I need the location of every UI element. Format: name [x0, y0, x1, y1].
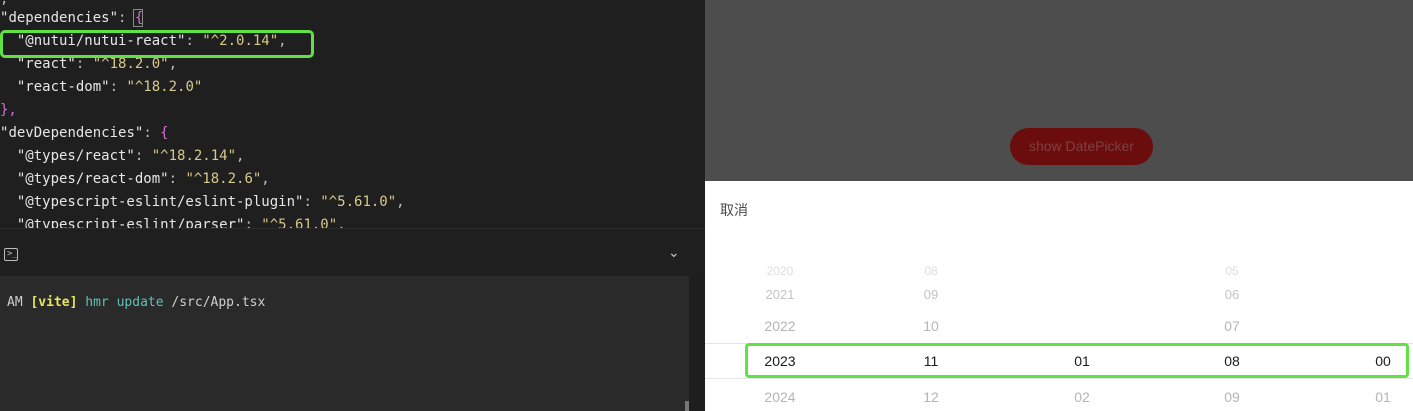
terminal-icon[interactable]: >_ — [4, 248, 18, 261]
code-line: "@typescript-eslint/parser": "^5.61.0", — [16, 217, 346, 228]
picker-item[interactable]: 01 — [1353, 389, 1413, 405]
picker-item[interactable]: 2021 — [750, 287, 810, 302]
file-path: /src/App.tsx — [171, 295, 266, 310]
hmr-message: hmr update — [85, 295, 164, 310]
picker-item[interactable]: 09 — [901, 287, 961, 302]
show-datepicker-button[interactable]: show DatePicker — [1010, 128, 1153, 165]
picker-item[interactable]: 06 — [1202, 287, 1262, 302]
code-line: "@types/react": "^18.2.14", — [16, 148, 245, 164]
picker-item[interactable]: 09 — [1202, 389, 1262, 405]
highlight-annotation — [0, 30, 314, 58]
picker-item[interactable]: 07 — [1202, 318, 1262, 334]
terminal-output[interactable]: AM [vite] hmr update /src/App.tsx — [0, 276, 689, 411]
code-line: "@types/react-dom": "^18.2.6", — [16, 171, 270, 187]
terminal-header: >_ ⌄ — [0, 228, 705, 276]
terminal-scrollbar[interactable] — [685, 401, 689, 411]
code-key: dependencies — [8, 10, 110, 26]
picker-item[interactable]: 2024 — [750, 389, 810, 405]
bracket-match-indicator — [133, 9, 143, 27]
picker-selection-line — [705, 378, 1413, 379]
cancel-button[interactable]: 取消 — [720, 200, 748, 220]
terminal-log-line: AM [vite] hmr update /src/App.tsx — [7, 295, 266, 310]
picker-item[interactable]: 2022 — [750, 318, 810, 334]
vite-tag: [vite] — [30, 295, 78, 310]
picker-item[interactable]: 05 — [1202, 264, 1262, 278]
chevron-down-icon[interactable]: ⌄ — [668, 245, 680, 261]
picker-item[interactable]: 2020 — [750, 264, 810, 278]
code-line: "react-dom": "^18.2.0" — [16, 79, 203, 95]
app-preview: show DatePicker 取消 2020 2021 2022 2023 2024 0… — [705, 0, 1413, 411]
picker-item[interactable]: 10 — [901, 318, 961, 334]
code-line: }, — [0, 102, 17, 118]
highlight-annotation — [745, 343, 1409, 378]
picker-item[interactable]: 12 — [901, 389, 961, 405]
datepicker-popup: 取消 2020 2021 2022 2023 2024 08 09 10 11 12 01 02 05 0… — [705, 181, 1413, 411]
code-line-dev-dependencies: "devDependencies": { — [0, 125, 169, 141]
code-line-dependencies: "dependencies": { — [0, 10, 144, 26]
picker-item[interactable]: 08 — [901, 264, 961, 278]
code-line: "@typescript-eslint/eslint-plugin": "^5.… — [16, 194, 405, 210]
code-editor[interactable]: , "dependencies": { "@nutui/nutui-react"… — [0, 0, 705, 228]
picker-item[interactable]: 02 — [1052, 389, 1112, 405]
